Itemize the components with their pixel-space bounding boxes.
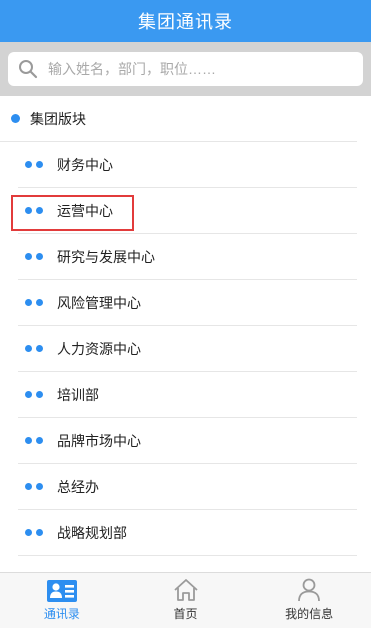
department-list: 财务中心 运营中心 研究与发展中心 风险管理中心 人力资源中心 培训部 品牌市场…: [0, 142, 371, 556]
tab-my-info[interactable]: 我的信息: [247, 573, 371, 628]
bottom-tab-bar: 通讯录 首页 我的信息: [0, 572, 371, 628]
contacts-icon: [46, 580, 77, 605]
department-label: 培训部: [57, 386, 99, 403]
department-label: 财务中心: [57, 156, 113, 173]
department-item[interactable]: 品牌市场中心: [18, 418, 357, 464]
double-dot-icon: [25, 345, 47, 352]
bullet-icon: [11, 114, 20, 123]
tab-label: 通讯录: [43, 607, 80, 621]
department-item[interactable]: 风险管理中心: [18, 280, 357, 326]
tab-contacts[interactable]: 通讯录: [0, 573, 124, 628]
department-label: 风险管理中心: [57, 294, 141, 311]
search-input[interactable]: [48, 61, 338, 77]
search-icon: [18, 59, 38, 79]
department-label: 人力资源中心: [57, 340, 141, 357]
double-dot-icon: [25, 483, 47, 490]
department-item[interactable]: 总经办: [18, 464, 357, 510]
tab-label: 首页: [173, 607, 198, 621]
double-dot-icon: [25, 391, 47, 398]
app-header: 集团通讯录: [0, 0, 371, 42]
department-label: 总经办: [57, 478, 99, 495]
department-item[interactable]: 培训部: [18, 372, 357, 418]
double-dot-icon: [25, 529, 47, 536]
user-icon: [297, 578, 321, 605]
department-label: 品牌市场中心: [57, 432, 141, 449]
department-item[interactable]: 研究与发展中心: [18, 234, 357, 280]
double-dot-icon: [25, 253, 47, 260]
department-item-highlighted[interactable]: 运营中心: [11, 188, 357, 234]
page-title: 集团通讯录: [138, 12, 233, 32]
double-dot-icon: [25, 437, 47, 444]
tree-root[interactable]: 集团版块: [0, 96, 357, 142]
department-label: 运营中心: [57, 202, 113, 219]
department-item[interactable]: 人力资源中心: [18, 326, 357, 372]
double-dot-icon: [25, 161, 47, 168]
tree-root-label: 集团版块: [30, 110, 86, 127]
department-label: 研究与发展中心: [57, 248, 155, 265]
double-dot-icon: [25, 207, 47, 214]
department-item[interactable]: 财务中心: [18, 142, 357, 188]
home-icon: [173, 578, 199, 605]
tab-label: 我的信息: [285, 607, 334, 621]
search-box[interactable]: [8, 52, 363, 86]
search-bar: [0, 42, 371, 96]
department-label: 战略规划部: [57, 524, 127, 541]
department-item[interactable]: 战略规划部: [18, 510, 357, 556]
tab-home[interactable]: 首页: [124, 573, 248, 628]
double-dot-icon: [25, 299, 47, 306]
